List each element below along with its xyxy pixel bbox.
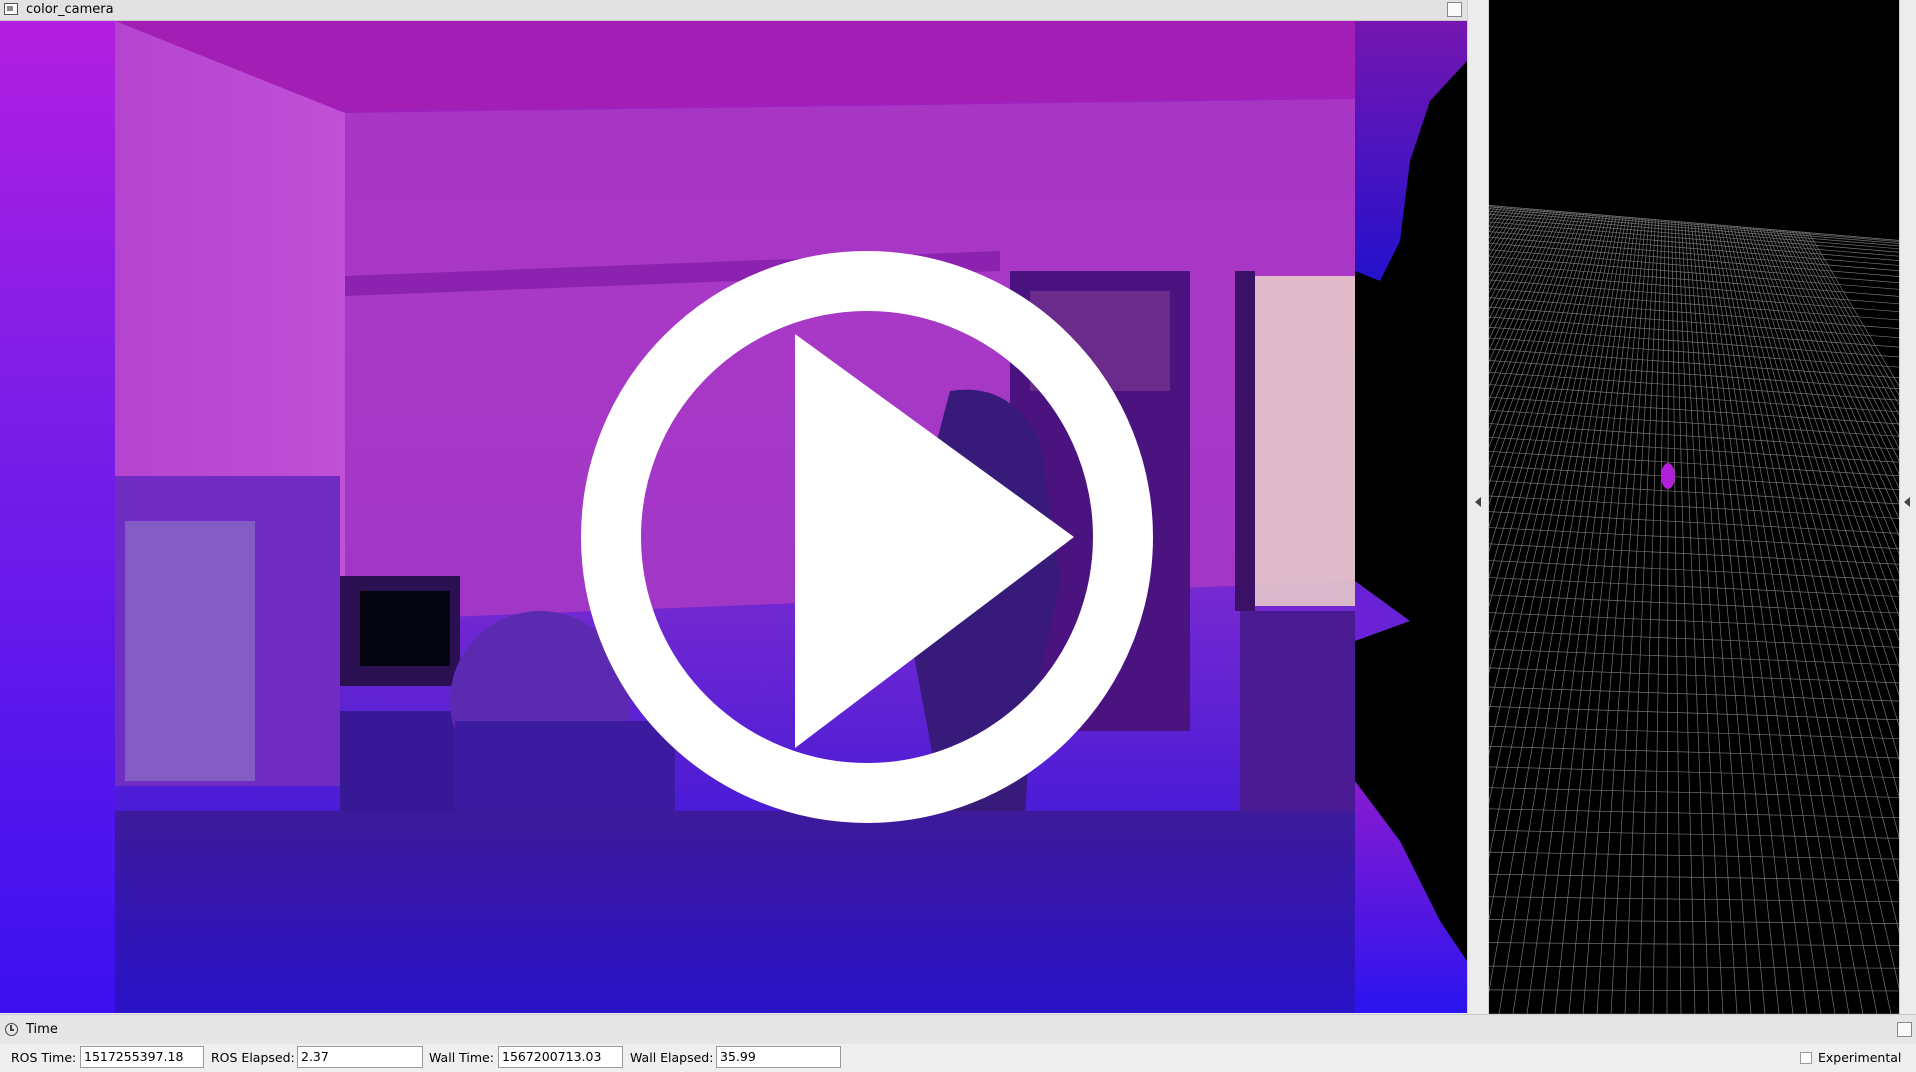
grid-line	[1785, 230, 1899, 462]
grid-line	[1489, 207, 1526, 271]
grid-line	[1489, 204, 1490, 207]
grid-line	[1674, 220, 1696, 1014]
grid-line	[1684, 221, 1738, 1014]
grid-line	[1707, 223, 1836, 1014]
grid-line	[1795, 230, 1899, 427]
grid-line	[1489, 215, 1611, 713]
undock-button[interactable]	[1897, 1022, 1912, 1037]
grid-line	[1610, 219, 1656, 1014]
grid-line	[1489, 851, 1899, 860]
collapse-left-arrow-icon[interactable]	[1475, 497, 1481, 507]
grid-line	[1710, 223, 1850, 1014]
grid-line	[1489, 896, 1899, 903]
grid-line	[1489, 215, 1617, 805]
grid-line	[1723, 224, 1899, 990]
grid-line	[1775, 229, 1899, 504]
grid-line	[1720, 224, 1892, 1014]
sky-mask	[1489, 0, 1899, 240]
ros-elapsed-field[interactable]: 2.37	[297, 1046, 423, 1068]
time-panel-titlebar: Time	[0, 1014, 1916, 1044]
undock-button[interactable]	[1447, 2, 1462, 17]
camera-image-view[interactable]	[0, 21, 1467, 1013]
grid-line	[1489, 648, 1899, 666]
ros-elapsed-label: ROS Elapsed:	[211, 1050, 295, 1065]
grid-line	[1489, 511, 1899, 534]
grid-line	[1489, 495, 1899, 519]
camera-image	[0, 21, 1467, 1013]
time-values-row: ROS Time: 1517255397.18 ROS Elapsed: 2.3…	[0, 1044, 1916, 1072]
ros-time-label: ROS Time:	[11, 1050, 77, 1065]
grid-line	[1489, 725, 1899, 740]
collapse-right-arrow-icon[interactable]	[1904, 497, 1910, 507]
grid-line	[1687, 221, 1752, 1014]
grid-line	[1489, 205, 1494, 212]
right-dock-handle[interactable]	[1899, 0, 1916, 1014]
wall-elapsed-field[interactable]: 35.99	[716, 1046, 841, 1068]
time-panel-title: Time	[26, 1022, 58, 1037]
wall-elapsed-label: Wall Elapsed:	[630, 1050, 714, 1065]
grid-line	[1489, 787, 1899, 798]
grid-line	[1526, 217, 1637, 1014]
panel-icon	[4, 3, 18, 15]
3d-render-view[interactable]	[1489, 0, 1899, 1014]
point-cloud-blob	[1661, 463, 1675, 489]
grid-line	[1489, 208, 1533, 286]
grid-line	[1772, 229, 1899, 520]
grid-line	[1489, 214, 1608, 674]
wall-time-label: Wall Time:	[429, 1050, 494, 1065]
grid-line	[1671, 220, 1682, 1014]
grid-line	[1489, 746, 1899, 759]
grid-line	[1489, 989, 1899, 992]
grid-line	[1512, 217, 1634, 1014]
grid-line	[1677, 221, 1710, 1014]
experimental-label: Experimental	[1818, 1050, 1902, 1065]
clock-icon	[5, 1023, 18, 1036]
camera-panel-titlebar: color_camera	[0, 0, 1468, 21]
grid-line	[1694, 222, 1780, 1014]
grid-line	[1489, 942, 1899, 947]
grid-line	[1498, 216, 1630, 1014]
experimental-checkbox[interactable]	[1800, 1052, 1812, 1064]
grid-line	[1489, 829, 1899, 839]
grid-line	[1739, 226, 1899, 761]
grid-line	[1697, 222, 1794, 1014]
grid-line	[1489, 480, 1899, 505]
grid-line	[1762, 228, 1899, 575]
grid-line	[1489, 242, 1899, 277]
grid-line	[1765, 228, 1899, 555]
grid-line	[1778, 229, 1899, 489]
grid-line	[1703, 223, 1822, 1014]
grid-line	[1666, 220, 1669, 1014]
camera-panel-title: color_camera	[26, 2, 114, 17]
wall-time-field[interactable]: 1567200713.03	[498, 1046, 623, 1068]
grid-line	[1582, 218, 1650, 1014]
ros-time-field[interactable]: 1517255397.18	[80, 1046, 204, 1068]
grid-line	[1804, 231, 1899, 396]
grid-line	[1489, 919, 1899, 924]
grid-line	[1791, 230, 1899, 438]
panel-splitter[interactable]	[1467, 0, 1489, 1014]
ground-grid	[1489, 0, 1899, 1014]
grid-line	[1489, 667, 1899, 684]
